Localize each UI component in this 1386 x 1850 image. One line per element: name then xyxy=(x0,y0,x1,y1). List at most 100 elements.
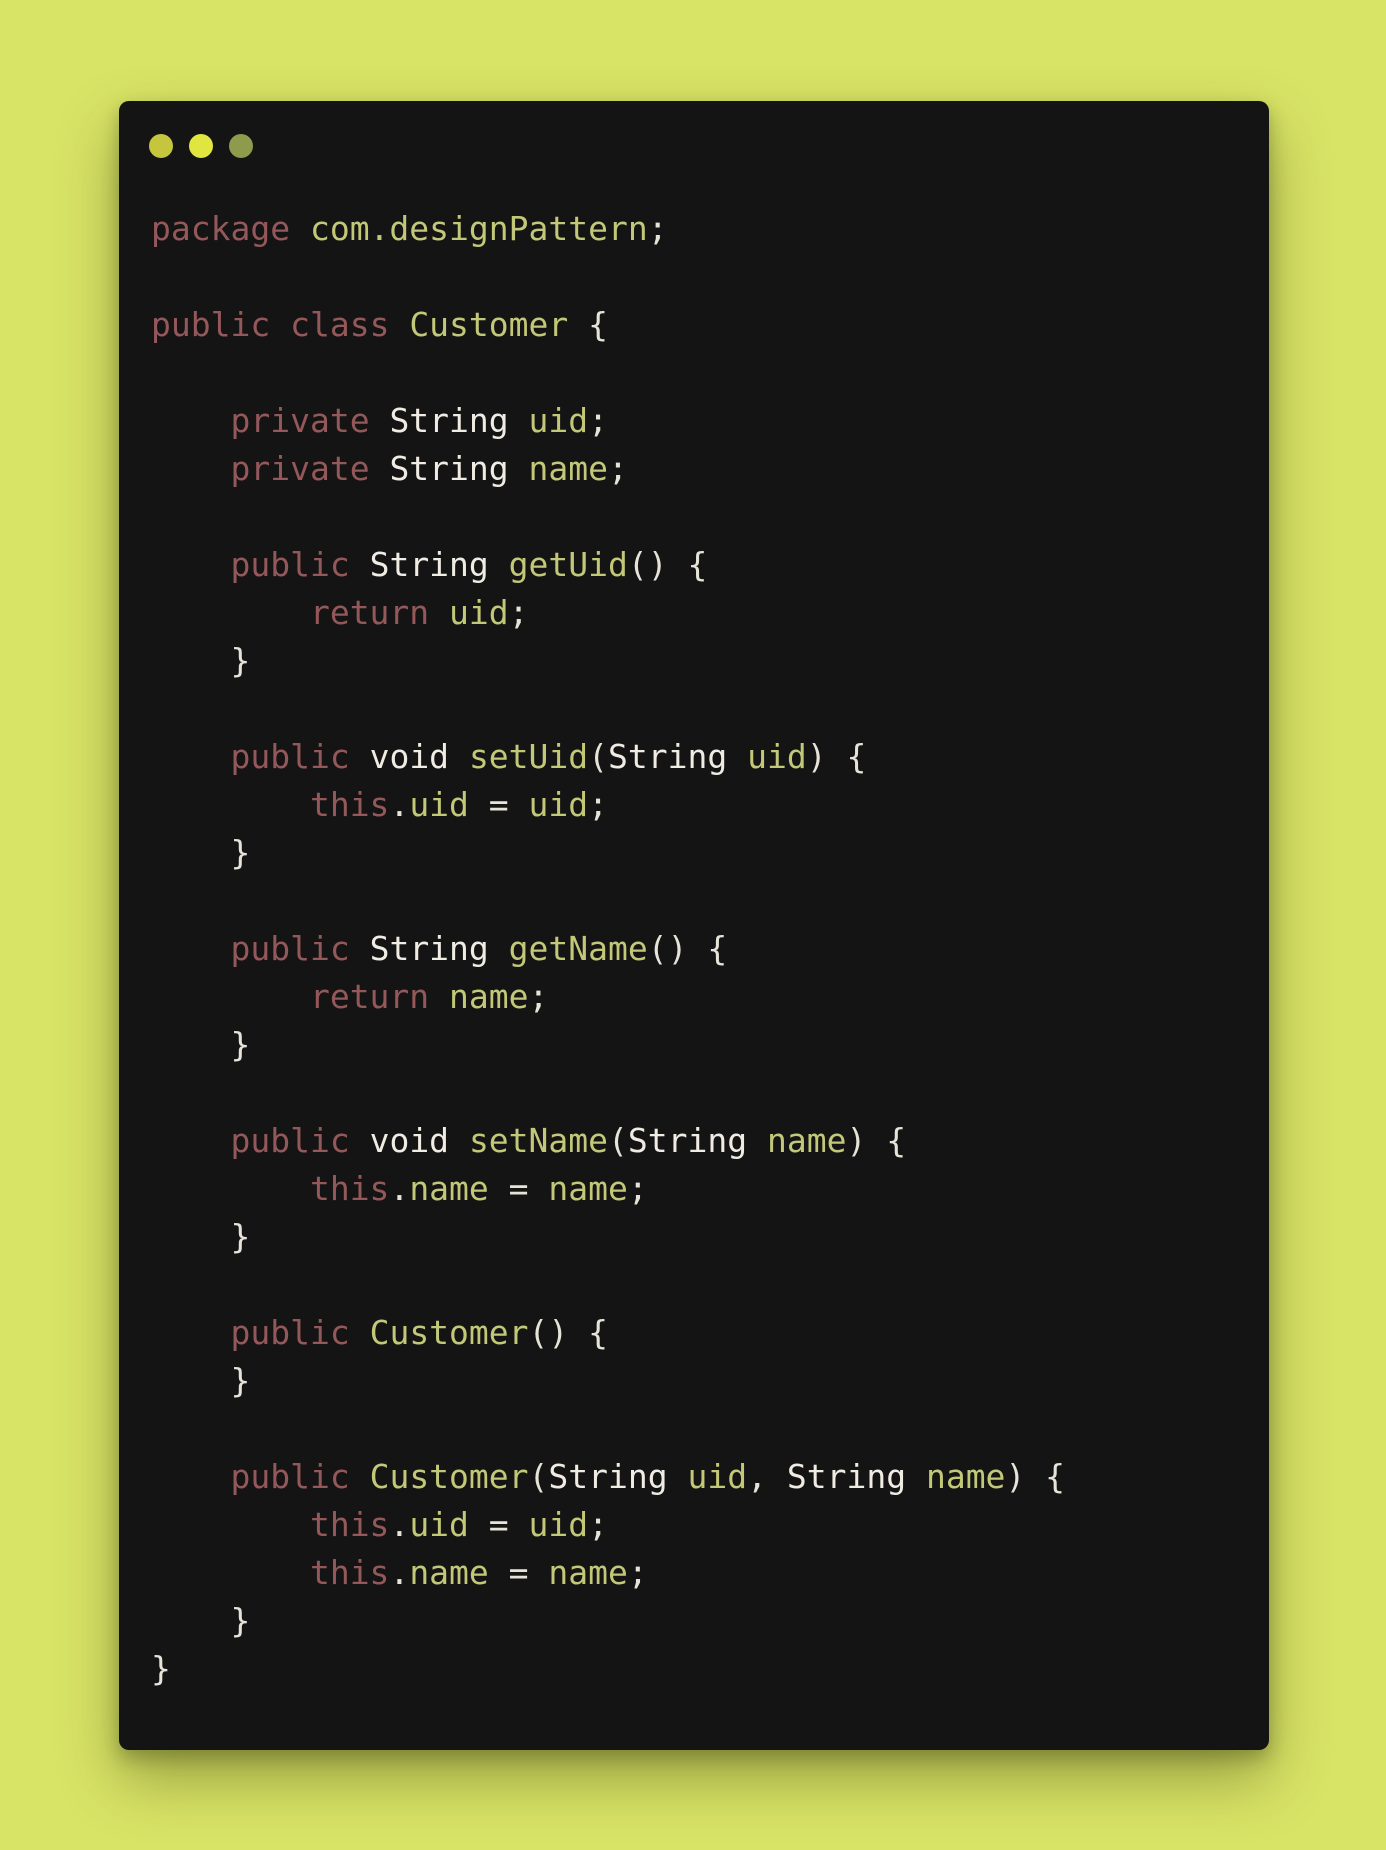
code-token-kw: this xyxy=(309,785,390,824)
close-dot-icon[interactable] xyxy=(149,134,173,158)
code-line: public Customer() { xyxy=(151,1309,1065,1357)
code-line: private String uid; xyxy=(151,397,1065,445)
code-token-ident: name xyxy=(449,977,529,1016)
code-token-punct: . xyxy=(389,1169,410,1208)
code-line: } xyxy=(151,829,1065,877)
code-token-ident: uid xyxy=(528,401,589,440)
code-line: public String getName() { xyxy=(151,925,1065,973)
code-line: } xyxy=(151,637,1065,685)
code-line: } xyxy=(151,1213,1065,1261)
code-token-punct: = xyxy=(488,1505,509,1544)
code-token-ident: Customer xyxy=(369,1313,529,1352)
code-token-punct: ; xyxy=(647,209,668,248)
code-token-punct: ( xyxy=(528,1457,549,1496)
code-token-punct: ; xyxy=(608,449,628,488)
code-line: public Customer(String uid, String name)… xyxy=(151,1453,1065,1501)
code-token-punct: } xyxy=(230,1601,251,1640)
code-token-punct: ; xyxy=(528,977,549,1016)
code-token-kw: this xyxy=(309,1553,390,1592)
code-token-punct: ; xyxy=(508,593,529,632)
code-token-punct: } xyxy=(230,1217,251,1256)
code-token-punct: () { xyxy=(647,929,728,968)
code-token-ident: uid xyxy=(528,1505,589,1544)
code-token-ident: name xyxy=(528,449,609,488)
code-token-ident: setUid xyxy=(468,737,589,776)
code-token-type: String xyxy=(786,1457,907,1496)
code-token-ident: getUid xyxy=(508,545,628,584)
code-line: package com.designPattern; xyxy=(151,205,1065,253)
code-token-ident: name xyxy=(409,1169,489,1208)
code-token-ident: uid xyxy=(409,785,469,824)
code-line: this.name = name; xyxy=(151,1165,1065,1213)
code-token-kw: public xyxy=(230,1313,350,1352)
code-block[interactable]: package com.designPattern; public class C… xyxy=(151,205,1065,1693)
code-token-ident: Customer xyxy=(409,305,569,344)
code-line: this.uid = uid; xyxy=(151,781,1065,829)
code-token-punct: } xyxy=(230,1361,251,1400)
code-token-kw: package xyxy=(151,209,291,248)
code-token-punct: = xyxy=(508,1169,529,1208)
code-token-punct: . xyxy=(389,1505,410,1544)
code-line: this.name = name; xyxy=(151,1549,1065,1597)
code-token-kw: public xyxy=(230,545,350,584)
code-line: public class Customer { xyxy=(151,301,1065,349)
code-token-kw: return xyxy=(309,593,430,632)
code-token-ident: uid xyxy=(528,785,589,824)
code-line: public void setName(String name) { xyxy=(151,1117,1065,1165)
code-token-punct: = xyxy=(488,785,509,824)
code-line: public String getUid() { xyxy=(151,541,1065,589)
code-line: } xyxy=(151,1645,1065,1693)
code-token-kw: private xyxy=(230,449,370,488)
code-window: package com.designPattern; public class C… xyxy=(119,101,1269,1750)
code-token-ident: Customer xyxy=(369,1457,529,1496)
code-token-punct: = xyxy=(508,1553,529,1592)
code-token-ident: uid xyxy=(687,1457,748,1496)
code-token-type: String xyxy=(608,737,728,776)
code-token-ident: setName xyxy=(468,1121,609,1160)
code-line: } xyxy=(151,1357,1065,1405)
code-token-type: String xyxy=(369,545,489,584)
code-token-ident: getName xyxy=(508,929,648,968)
code-token-ident: com.designPattern xyxy=(309,209,648,248)
code-line: private String name; xyxy=(151,445,1065,493)
maximize-dot-icon[interactable] xyxy=(229,134,253,158)
code-token-ident: name xyxy=(409,1553,489,1592)
code-token-ident: name xyxy=(925,1457,1006,1496)
code-token-type: String xyxy=(548,1457,668,1496)
minimize-dot-icon[interactable] xyxy=(189,134,213,158)
